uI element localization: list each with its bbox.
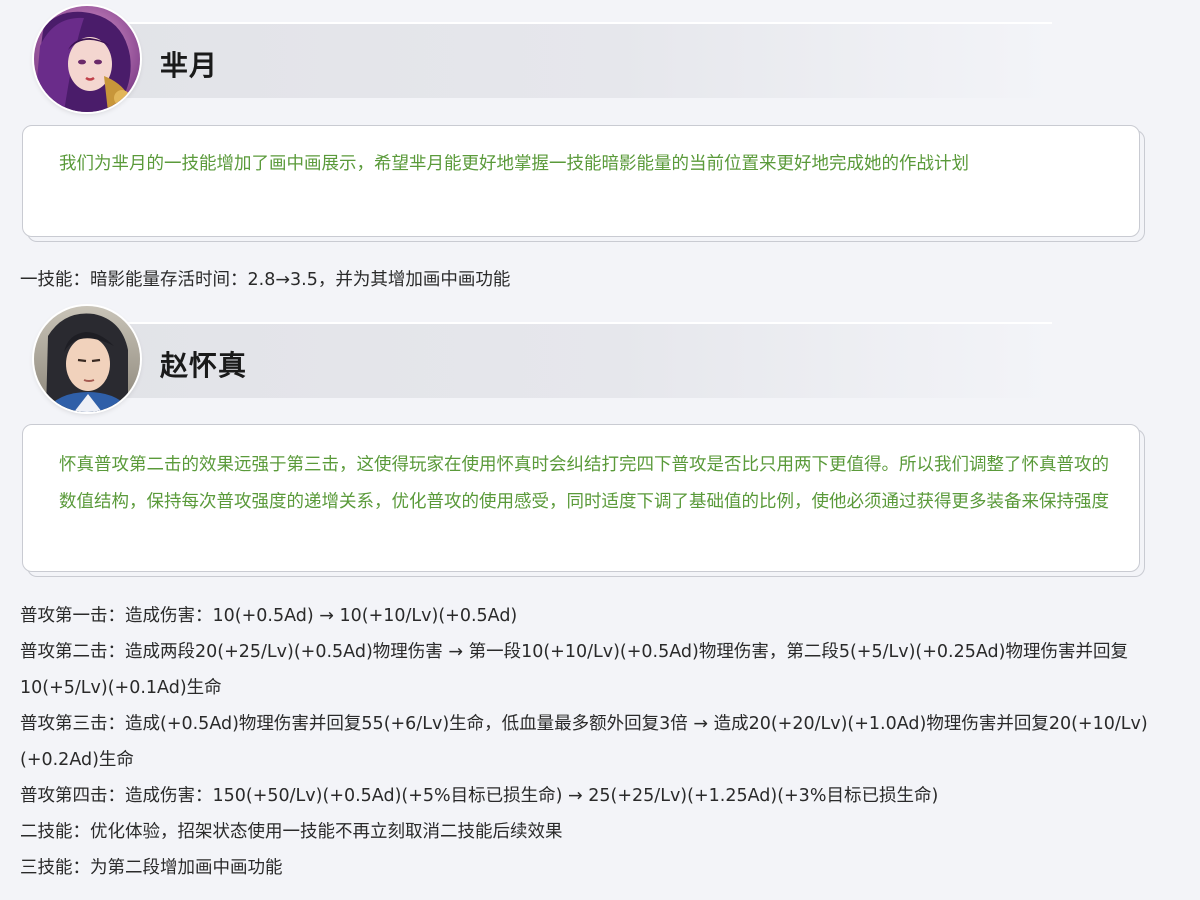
change-line-attack2: 普攻第二击：造成两段20(+25/Lv)(+0.5Ad)物理伤害 → 第一段10… — [20, 642, 1128, 698]
hero-name: 芈月 — [160, 49, 219, 82]
designer-note-text: 我们为芈月的一技能增加了画中画展示，希望芈月能更好地掌握一技能暗影能量的当前位置… — [59, 154, 969, 174]
change-line-skill2: 二技能：优化体验，招架状态使用一技能不再立刻取消二技能后续效果 — [20, 822, 563, 842]
hero-avatar-zhaohuaizhen — [34, 306, 140, 412]
change-line-attack4: 普攻第四击：造成伤害：150(+50/Lv)(+0.5Ad)(+5%目标已损生命… — [20, 786, 939, 806]
designer-note-text: 怀真普攻第二击的效果远强于第三击，这使得玩家在使用怀真时会纠结打完四下普攻是否比… — [59, 455, 1109, 512]
hero-name: 赵怀真 — [160, 349, 248, 382]
designer-note-card-miyue: 我们为芈月的一技能增加了画中画展示，希望芈月能更好地掌握一技能暗影能量的当前位置… — [22, 125, 1140, 237]
change-line-skill3: 三技能：为第二段增加画中画功能 — [20, 858, 283, 878]
hero-header-zhaohuaizhen: 赵怀真 — [32, 306, 1132, 416]
designer-note-card-zhaohuaizhen: 怀真普攻第二击的效果远强于第三击，这使得玩家在使用怀真时会纠结打完四下普攻是否比… — [22, 424, 1140, 572]
change-line-attack3: 普攻第三击：造成(+0.5Ad)物理伤害并回复55(+6/Lv)生命，低血量最多… — [20, 714, 1148, 770]
change-line-attack1: 普攻第一击：造成伤害：10(+0.5Ad) → 10(+10/Lv)(+0.5A… — [20, 606, 518, 626]
hero-avatar-miyue — [34, 6, 140, 112]
hero-header-miyue: 芈月 — [32, 6, 1132, 116]
change-line-skill1: 一技能：暗影能量存活时间：2.8→3.5，并为其增加画中画功能 — [20, 270, 511, 290]
hero-name-banner — [92, 22, 1052, 98]
